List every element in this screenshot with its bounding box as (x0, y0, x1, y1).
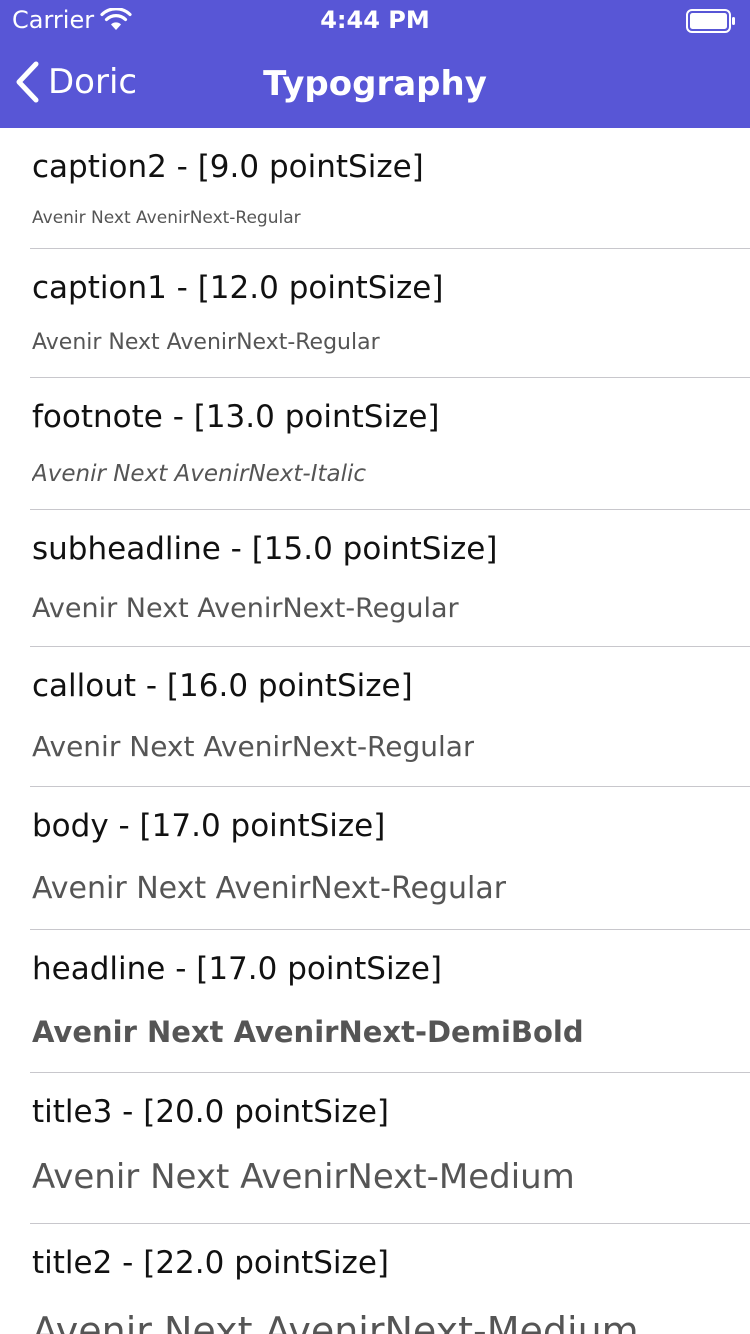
list-item-title: headline - [17.0 pointSize] (32, 951, 442, 987)
list-item-sample: Avenir Next AvenirNext-Regular (32, 208, 301, 228)
list-item-sample: Avenir Next AvenirNext-Medium (32, 1309, 639, 1334)
status-bar: Carrier 4:44 PM (0, 0, 750, 40)
list-item-title: caption1 - [12.0 pointSize] (32, 270, 444, 306)
list-item-title: caption2 - [9.0 pointSize] (32, 149, 424, 185)
list-item-title: footnote - [13.0 pointSize] (32, 399, 440, 435)
top-bar: Carrier 4:44 PM Doric Typography (0, 0, 750, 128)
list-item-sample: Avenir Next AvenirNext-Regular (32, 593, 459, 624)
list-item-sample: Avenir Next AvenirNext-Medium (32, 1157, 575, 1197)
list-item-caption2[interactable]: caption2 - [9.0 pointSize] Avenir Next A… (30, 128, 750, 249)
list-item-sample: Avenir Next AvenirNext-Regular (32, 730, 475, 763)
list-item-sample: Avenir Next AvenirNext-Italic (32, 461, 367, 487)
list-item-subheadline[interactable]: subheadline - [15.0 pointSize] Avenir Ne… (30, 510, 750, 647)
list-item-title: callout - [16.0 pointSize] (32, 668, 413, 704)
list-item-callout[interactable]: callout - [16.0 pointSize] Avenir Next A… (30, 647, 750, 787)
battery-icon (686, 9, 735, 33)
navigation-bar: Doric Typography (0, 40, 750, 128)
list-item-sample: Avenir Next AvenirNext-Regular (32, 871, 507, 906)
list-item-title: title2 - [22.0 pointSize] (32, 1245, 389, 1281)
typography-screen: Carrier 4:44 PM Doric Typography caption… (0, 0, 750, 1334)
list-item-title3[interactable]: title3 - [20.0 pointSize] Avenir Next Av… (30, 1073, 750, 1224)
list-item-title2[interactable]: title2 - [22.0 pointSize] Avenir Next Av… (30, 1224, 750, 1334)
typography-list: caption2 - [9.0 pointSize] Avenir Next A… (0, 128, 750, 1334)
status-time: 4:44 PM (320, 6, 430, 34)
list-item-title: subheadline - [15.0 pointSize] (32, 531, 498, 567)
list-item-caption1[interactable]: caption1 - [12.0 pointSize] Avenir Next … (30, 249, 750, 378)
list-item-headline[interactable]: headline - [17.0 pointSize] Avenir Next … (30, 930, 750, 1073)
list-item-title: body - [17.0 pointSize] (32, 808, 386, 844)
list-item-sample: Avenir Next AvenirNext-Regular (32, 330, 380, 355)
list-item-title: title3 - [20.0 pointSize] (32, 1094, 389, 1130)
list-item-footnote[interactable]: footnote - [13.0 pointSize] Avenir Next … (30, 378, 750, 510)
page-title: Typography (263, 64, 487, 104)
list-item-body[interactable]: body - [17.0 pointSize] Avenir Next Aven… (30, 787, 750, 930)
list-item-sample: Avenir Next AvenirNext-DemiBold (32, 1015, 584, 1049)
